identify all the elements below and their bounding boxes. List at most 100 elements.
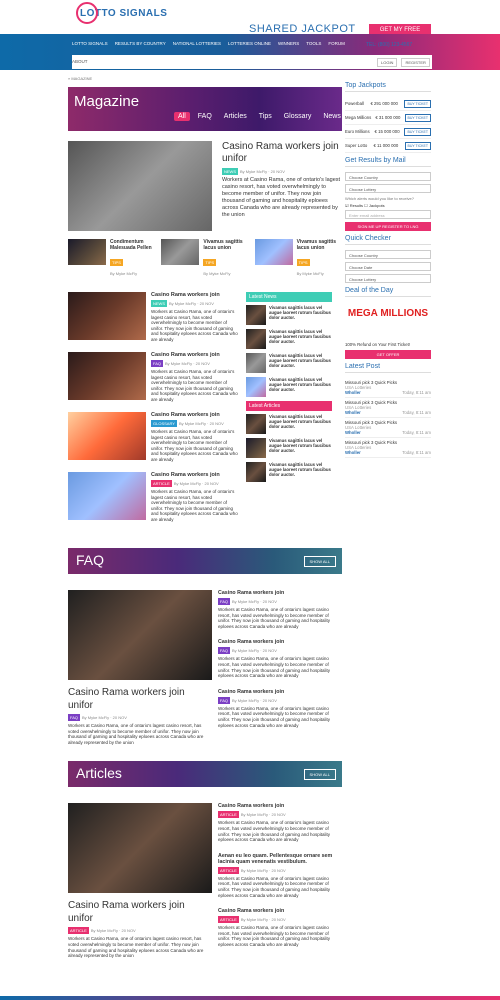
list-item[interactable]: Casino Rama workers join FAQ By Myke McFly… [68, 352, 238, 402]
item-title[interactable]: Casino Rama workers join [218, 689, 342, 695]
latest-news-item[interactable]: Vivamus sagittis lacus vel augue laoreet… [246, 353, 332, 374]
list-item[interactable]: Casino Rama workers join FAQ By Myke McFly… [218, 590, 342, 629]
item-title[interactable]: Aenan eu leo quam. Pellentesque ornare s… [218, 853, 342, 865]
thumb-image[interactable] [246, 305, 266, 325]
tab-news[interactable]: News [319, 112, 345, 121]
quick-country-select[interactable]: Choose Country [345, 250, 431, 259]
article-image[interactable] [68, 803, 212, 894]
category-badge[interactable]: FAQ [218, 598, 231, 605]
logo[interactable]: LOTTO SIGNALS [76, 2, 167, 24]
mini-image[interactable] [68, 239, 106, 265]
item-title[interactable]: Casino Rama workers join [218, 803, 342, 809]
latest-article-title[interactable]: Vivamus sagittis lacus vel augue laoreet… [269, 414, 332, 435]
category-badge[interactable]: TIPS [110, 259, 123, 266]
thumb-image[interactable] [246, 462, 266, 482]
latest-news-item[interactable]: Vivamus sagittis lacus vel augue laoreet… [246, 377, 332, 398]
email-field[interactable]: Enter email address [345, 210, 431, 219]
thumb-image[interactable] [246, 414, 266, 434]
mini-title[interactable]: Condimentum Malesuada Pellen [110, 239, 155, 251]
thumb-image[interactable] [246, 353, 266, 373]
show-all-button[interactable]: SHOW ALL [303, 769, 336, 781]
category-badge[interactable]: FAQ [218, 647, 231, 655]
nav-item[interactable]: TOOLS [306, 41, 321, 46]
latest-article-title[interactable]: Vivamus sagittis lacus vel augue laoreet… [269, 462, 332, 483]
featured-title[interactable]: Casino Rama workers join unifor [222, 141, 342, 165]
category-badge[interactable]: FAQ [68, 714, 81, 721]
latest-news-title[interactable]: Vivamus sagittis lacus vel augue laoreet… [269, 377, 332, 398]
login-button[interactable]: LOGIN [377, 58, 398, 67]
latest-post[interactable]: Missouri pick 3 Quick Picks USA Lotteries… [345, 438, 431, 458]
tab-faq[interactable]: FAQ [194, 112, 216, 121]
tab-glossary[interactable]: Glossary [280, 112, 316, 121]
buy-ticket-button[interactable]: BUY TICKET [404, 127, 431, 136]
nav-item[interactable]: WINNERS [278, 41, 299, 46]
list-item[interactable]: Casino Rama workers join ARTICLE By Myke M… [218, 803, 342, 842]
category-badge[interactable]: NEWS [222, 168, 238, 175]
list-image[interactable] [68, 352, 146, 400]
tab-tips[interactable]: Tips [255, 112, 276, 121]
latest-news-title[interactable]: Vivamus sagittis lacus vel augue laoreet… [269, 329, 332, 350]
item-title[interactable]: Casino Rama workers join [218, 908, 342, 914]
faq-image[interactable] [68, 590, 212, 680]
buy-ticket-button[interactable]: BUY TICKET [404, 99, 431, 108]
quick-date-select[interactable]: Choose Date [345, 262, 431, 271]
nav-item[interactable]: RESULTS BY COUNTRY [115, 41, 166, 46]
mini-article[interactable]: Vivamus sagittis lacus union TIPS By Myke … [161, 239, 248, 278]
list-item[interactable]: Casino Rama workers join ARTICLE By Myke M… [68, 472, 238, 522]
post-author[interactable]: Wholler [345, 390, 361, 395]
category-badge[interactable]: ARTICLE [218, 811, 239, 819]
lottery-select[interactable]: Choose Lottery [345, 184, 431, 193]
breadcrumb[interactable]: » MAGAZINE [68, 76, 342, 81]
tab-all[interactable]: All [174, 112, 190, 121]
mini-image[interactable] [161, 239, 200, 265]
register-button[interactable]: REGISTER [401, 58, 430, 67]
nav-item[interactable]: LOTTERIES ONLINE [228, 41, 271, 46]
nav-item[interactable]: NATIONAL LOTTERIES [173, 41, 221, 46]
mini-article[interactable]: Condimentum Malesuada Pellen TIPS By Myke … [68, 239, 155, 278]
quick-lottery-select[interactable]: Choose Lottery [345, 274, 431, 283]
category-badge[interactable]: GLOSSARY [151, 420, 177, 427]
category-badge[interactable]: FAQ [151, 360, 164, 367]
list-image[interactable] [68, 412, 146, 460]
article-big-title[interactable]: Casino Rama workers join unifor [68, 899, 212, 925]
category-badge[interactable]: ARTICLE [218, 866, 239, 874]
list-item[interactable]: Aenan eu leo quam. Pellentesque ornare s… [218, 853, 342, 898]
show-all-button[interactable]: SHOW ALL [303, 556, 336, 567]
latest-news-title[interactable]: Vivamus sagittis lacus vel augue laoreet… [269, 353, 332, 374]
nav-item[interactable]: FORUM [328, 41, 345, 46]
mini-title[interactable]: Vivamus sagittis lacus union [297, 239, 342, 251]
list-image[interactable] [68, 292, 146, 340]
list-title[interactable]: Casino Rama workers join [151, 352, 238, 358]
latest-news-item[interactable]: Vivamus sagittis lacus vel augue laoreet… [246, 329, 332, 350]
list-title[interactable]: Casino Rama workers join [151, 472, 238, 478]
category-badge[interactable]: ARTICLE [68, 927, 89, 935]
latest-post[interactable]: Missouri pick 3 Quick Picks USA Lotteries… [345, 378, 431, 398]
post-author[interactable]: Wholler [345, 450, 361, 455]
tab-articles[interactable]: Articles [220, 112, 251, 121]
latest-post[interactable]: Missouri pick 3 Quick Picks USA Lotteries… [345, 398, 431, 418]
category-badge[interactable]: TIPS [203, 259, 217, 266]
country-select[interactable]: Choose Country [345, 172, 431, 181]
thumb-image[interactable] [246, 438, 266, 458]
post-author[interactable]: Wholler [345, 410, 361, 415]
featured-article[interactable]: Casino Rama workers join unifor NEWS By M… [68, 141, 342, 231]
category-badge[interactable]: FAQ [218, 696, 231, 704]
list-title[interactable]: Casino Rama workers join [151, 292, 238, 298]
about-link[interactable]: ABOUT [72, 59, 88, 64]
buy-ticket-button[interactable]: BUY TICKET [404, 141, 431, 150]
featured-image[interactable] [68, 141, 212, 231]
latest-post[interactable]: Missouri pick 3 Quick Picks USA Lotteries… [345, 418, 431, 438]
mini-title[interactable]: Vivamus sagittis lacus union [203, 239, 248, 251]
category-badge[interactable]: ARTICLE [151, 480, 172, 487]
category-badge[interactable]: ARTICLE [218, 916, 239, 924]
latest-news-title[interactable]: Vivamus sagittis lacus vel augue laoreet… [269, 305, 332, 326]
post-author[interactable]: Wholler [345, 430, 361, 435]
list-item[interactable]: Casino Rama workers join FAQ By Myke McFly… [218, 639, 342, 678]
item-title[interactable]: Casino Rama workers join [218, 590, 342, 596]
latest-article-title[interactable]: Vivamus sagittis lacus vel augue laoreet… [269, 438, 332, 459]
latest-article-item[interactable]: Vivamus sagittis lacus vel augue laoreet… [246, 462, 332, 483]
faq-big-title[interactable]: Casino Rama workers join unifor [68, 686, 212, 712]
nav-item[interactable]: LOTTO SIGNALS [72, 41, 108, 46]
latest-article-item[interactable]: Vivamus sagittis lacus vel augue laoreet… [246, 414, 332, 435]
list-item[interactable]: Casino Rama workers join FAQ By Myke McFly… [218, 689, 342, 728]
